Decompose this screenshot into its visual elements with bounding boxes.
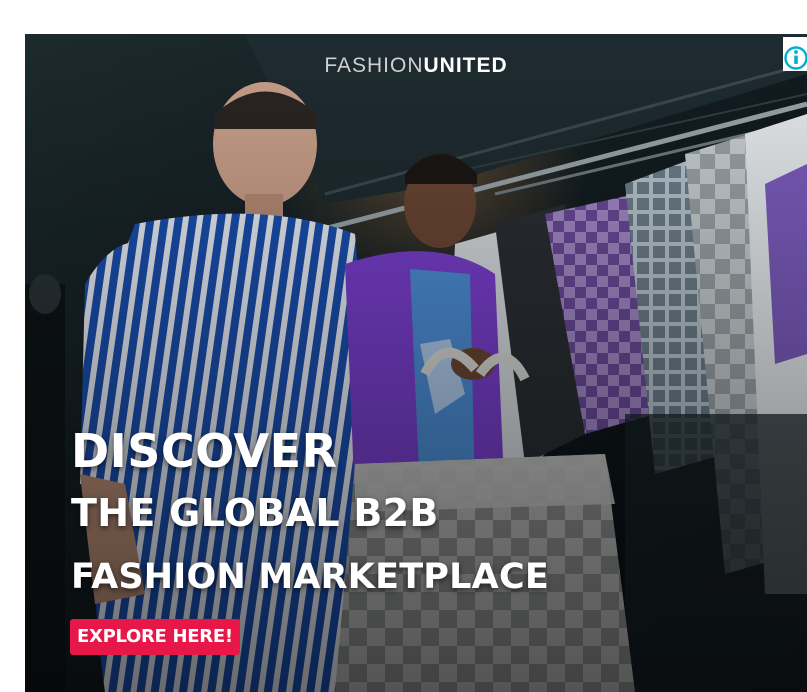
brand-logo-part1: FASHION	[324, 54, 424, 77]
ad-banner[interactable]: FASHIONUNITED DISCOVER THE GLOBAL B2B FA…	[25, 34, 807, 692]
ad-info-button[interactable]	[783, 37, 807, 71]
info-icon	[784, 46, 807, 70]
brand-logo-part2: UNITED	[423, 54, 508, 77]
explore-here-button[interactable]: EXPLORE HERE!	[70, 619, 240, 655]
headline-line-2: THE GLOBAL B2B	[71, 491, 439, 535]
brand-logo: FASHIONUNITED	[25, 54, 807, 78]
headline-line-1: DISCOVER	[71, 424, 338, 478]
ad-headline: DISCOVER THE GLOBAL B2B FASHION MARKETPL…	[71, 422, 549, 608]
headline-line-3: FASHION MARKETPLACE	[71, 557, 549, 597]
